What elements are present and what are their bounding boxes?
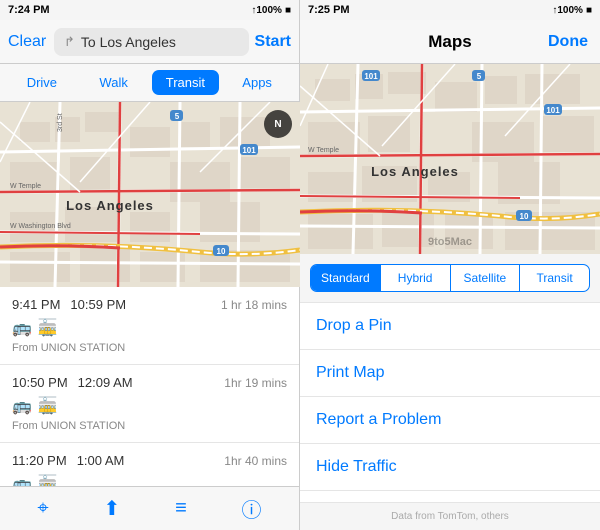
route-depart-3: 11:20 PM	[12, 453, 67, 468]
battery-left: ■	[285, 5, 291, 16]
status-bar-left: 7:24 PM ↑100% ■	[0, 0, 299, 20]
nav-bar-right: Maps Done	[300, 20, 600, 64]
list-button[interactable]: ≡	[169, 491, 193, 526]
status-bar-right: 7:25 PM ↑100% ■	[300, 0, 600, 20]
bus-icon-3: 🚌	[12, 474, 32, 486]
train-icon-2: 🚋	[38, 396, 58, 416]
destination-text: To Los Angeles	[81, 34, 176, 50]
map-left[interactable]: Los Angeles W Temple W Washington Blvd 3…	[0, 102, 300, 287]
time-left: 7:24 PM	[8, 4, 50, 16]
route-arrive-3: 1:00 AM	[77, 453, 125, 468]
route-duration-2: 1hr 19 mins	[224, 376, 287, 390]
action-list: Drop a Pin Print Map Report a Problem Hi…	[300, 302, 600, 502]
action-print-map[interactable]: Print Map	[300, 350, 600, 397]
route-times-1: 9:41 PM 10:59 PM	[12, 297, 126, 312]
svg-text:Los Angeles: Los Angeles	[66, 198, 154, 213]
right-panel: 7:25 PM ↑100% ■ Maps Done	[300, 0, 600, 530]
route-item-3[interactable]: 11:20 PM 1:00 AM 1hr 40 mins 🚌 🚋 From UN…	[0, 443, 299, 486]
route-item-1[interactable]: 9:41 PM 10:59 PM 1 hr 18 mins 🚌 🚋 From U…	[0, 287, 299, 365]
arrow-icon: ↱	[64, 34, 75, 50]
route-from-1: From UNION STATION	[12, 342, 287, 354]
map-right[interactable]: Los Angeles W Temple 10 101 5 101 9to5Ma…	[300, 64, 600, 254]
route-icons-2: 🚌 🚋	[12, 396, 287, 416]
train-icon-1: 🚋	[38, 318, 58, 338]
right-status-right: ↑100% ■	[552, 5, 592, 16]
battery-right: ■	[586, 5, 592, 16]
map-type-hybrid[interactable]: Hybrid	[381, 265, 451, 291]
bottom-toolbar-left: ⌖ ⬆ ≡ ⓘ	[0, 486, 299, 530]
action-hide-traffic[interactable]: Hide Traffic	[300, 444, 600, 491]
svg-text:10: 10	[520, 212, 529, 221]
tab-transit[interactable]: Transit	[152, 70, 220, 95]
compass: N	[264, 110, 292, 138]
route-times-2: 10:50 PM 12:09 AM	[12, 375, 133, 390]
share-button[interactable]: ⬆	[97, 490, 126, 527]
time-right: 7:25 PM	[308, 4, 350, 16]
page-title: Maps	[428, 32, 471, 52]
watermark: 9to5Mac	[428, 236, 472, 248]
svg-text:10: 10	[217, 247, 226, 256]
bus-icon-2: 🚌	[12, 396, 32, 416]
route-header-3: 11:20 PM 1:00 AM 1hr 40 mins	[12, 453, 287, 468]
routes-list: 9:41 PM 10:59 PM 1 hr 18 mins 🚌 🚋 From U…	[0, 287, 299, 486]
left-panel: 7:24 PM ↑100% ■ Clear ↱ To Los Angeles S…	[0, 0, 300, 530]
map-type-tabs: Standard Hybrid Satellite Transit	[310, 264, 590, 292]
route-depart-1: 9:41 PM	[12, 297, 60, 312]
route-item-2[interactable]: 10:50 PM 12:09 AM 1hr 19 mins 🚌 🚋 From U…	[0, 365, 299, 443]
svg-text:5: 5	[477, 72, 482, 81]
destination-field[interactable]: ↱ To Los Angeles	[54, 28, 249, 56]
map-type-transit[interactable]: Transit	[520, 265, 589, 291]
start-button[interactable]: Start	[255, 33, 291, 51]
svg-text:101: 101	[546, 106, 560, 115]
done-button[interactable]: Done	[548, 33, 588, 51]
transport-tabs: Drive Walk Transit Apps	[0, 64, 299, 102]
map-type-standard[interactable]: Standard	[311, 265, 381, 291]
map-type-satellite[interactable]: Satellite	[451, 265, 521, 291]
action-drop-pin[interactable]: Drop a Pin	[300, 303, 600, 350]
data-credit-text: Data from TomTom, others	[391, 511, 509, 522]
route-icons-1: 🚌 🚋	[12, 318, 287, 338]
data-credit: Data from TomTom, others	[300, 502, 600, 530]
svg-text:101: 101	[242, 146, 256, 155]
signal-icon-right: ↑100%	[552, 5, 583, 16]
nav-bar-left: Clear ↱ To Los Angeles Start	[0, 20, 299, 64]
info-button[interactable]: ⓘ	[236, 488, 268, 529]
route-header-2: 10:50 PM 12:09 AM 1hr 19 mins	[12, 375, 287, 390]
route-arrive-1: 10:59 PM	[70, 297, 126, 312]
route-times-3: 11:20 PM 1:00 AM	[12, 453, 124, 468]
route-icons-3: 🚌 🚋	[12, 474, 287, 486]
svg-text:3rd St: 3rd St	[57, 113, 64, 132]
route-header-1: 9:41 PM 10:59 PM 1 hr 18 mins	[12, 297, 287, 312]
route-from-2: From UNION STATION	[12, 420, 287, 432]
tab-drive[interactable]: Drive	[8, 70, 76, 95]
train-icon-3: 🚋	[38, 474, 58, 486]
svg-text:101: 101	[364, 72, 378, 81]
route-depart-2: 10:50 PM	[12, 375, 68, 390]
clear-button[interactable]: Clear	[8, 33, 48, 51]
svg-text:Los Angeles: Los Angeles	[371, 164, 459, 179]
svg-text:W Washington Blvd: W Washington Blvd	[10, 223, 71, 230]
svg-text:W Temple: W Temple	[10, 183, 41, 190]
route-arrive-2: 12:09 AM	[78, 375, 133, 390]
signal-icon-left: ↑100%	[251, 5, 282, 16]
right-status-left: ↑100% ■	[251, 5, 291, 16]
svg-text:5: 5	[175, 112, 180, 121]
tab-walk[interactable]: Walk	[80, 70, 148, 95]
route-duration-1: 1 hr 18 mins	[221, 298, 287, 312]
location-button[interactable]: ⌖	[31, 491, 54, 526]
bus-icon-1: 🚌	[12, 318, 32, 338]
svg-text:W Temple: W Temple	[308, 147, 339, 154]
action-report-problem[interactable]: Report a Problem	[300, 397, 600, 444]
tab-apps[interactable]: Apps	[223, 70, 291, 95]
route-duration-3: 1hr 40 mins	[224, 454, 287, 468]
